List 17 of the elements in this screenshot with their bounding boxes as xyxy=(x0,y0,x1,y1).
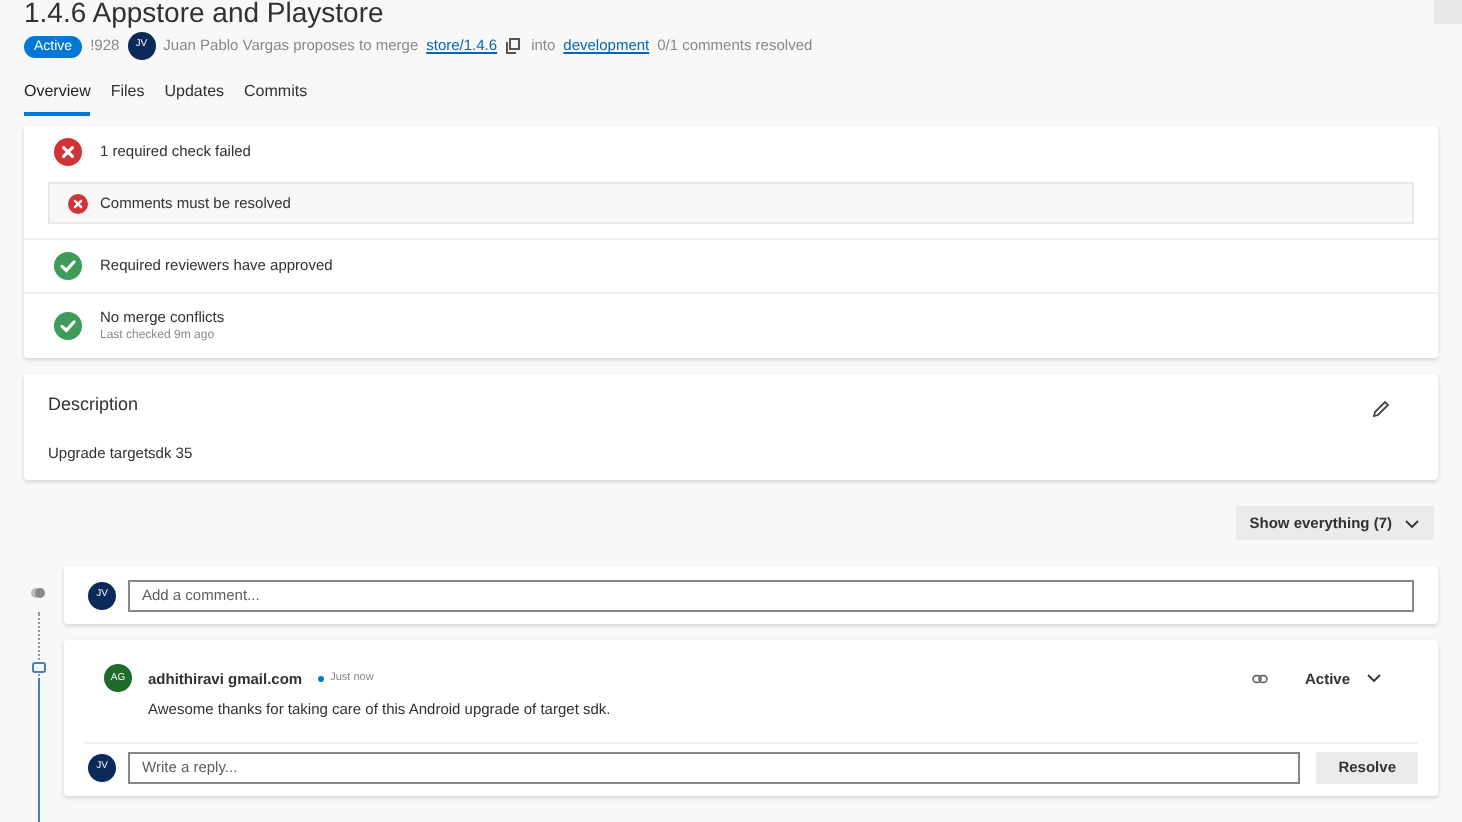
success-icon xyxy=(54,252,82,280)
chevron-down-icon xyxy=(1366,672,1382,685)
comments-icon xyxy=(30,586,46,601)
page-title: 1.4.6 Appstore and Playstore xyxy=(24,0,386,26)
section-heading: Description xyxy=(48,392,139,419)
tab[interactable]: Files xyxy=(110,80,145,116)
error-icon xyxy=(68,193,88,213)
success-icon xyxy=(54,312,82,341)
tab[interactable]: Updates xyxy=(164,80,225,116)
edit-icon[interactable] xyxy=(1372,400,1390,419)
chevron-down-icon xyxy=(1404,517,1420,530)
copy-icon[interactable] xyxy=(505,38,520,54)
error-icon xyxy=(54,138,82,166)
tab[interactable]: Commits xyxy=(244,80,308,116)
link-icon[interactable] xyxy=(1252,673,1269,684)
tab[interactable]: Overview xyxy=(24,80,91,116)
comment-icon xyxy=(32,662,46,675)
